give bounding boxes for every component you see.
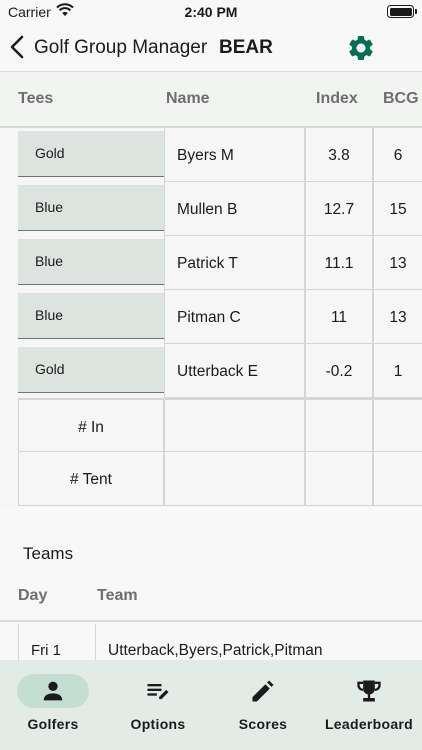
golfer-name: Byers M — [164, 128, 305, 182]
golfer-bcg: 13 — [373, 290, 422, 344]
golfer-bcg: 13 — [373, 236, 422, 290]
tab-leaderboard[interactable]: Leaderboard — [316, 660, 422, 750]
table-row: Blue Patrick T 11.1 13 — [18, 236, 422, 290]
tent-count-index-cell — [305, 452, 373, 506]
in-count-label: # In — [18, 398, 164, 452]
tee-button[interactable]: Blue — [18, 185, 164, 231]
table-row: Blue Pitman C 11 13 — [18, 290, 422, 344]
golfer-name: Utterback E — [164, 344, 305, 398]
tent-count-bcg-cell — [373, 452, 422, 506]
golfer-index: 11.1 — [305, 236, 373, 290]
tee-button[interactable]: Gold — [18, 131, 164, 177]
team-members: Utterback,Byers,Patrick,Pitman — [108, 642, 323, 659]
battery-icon — [387, 5, 417, 18]
column-header-index[interactable]: Index — [316, 90, 358, 108]
tab-scores[interactable]: Scores — [210, 660, 316, 750]
in-count-name-cell — [164, 398, 305, 452]
tab-options[interactable]: Options — [106, 660, 210, 750]
teams-table-header: Day Team — [0, 578, 422, 622]
tee-button[interactable]: Gold — [18, 347, 164, 393]
golfer-name: Patrick T — [164, 236, 305, 290]
summary-row-tent: # Tent — [18, 452, 422, 506]
back-chevron-icon[interactable] — [6, 34, 30, 60]
tent-count-name-cell — [164, 452, 305, 506]
tab-label: Scores — [238, 716, 288, 732]
status-time: 2:40 PM — [184, 4, 238, 20]
tab-label: Leaderboard — [324, 716, 414, 732]
table-row: Gold Byers M 3.8 6 — [18, 128, 422, 182]
golfer-index: -0.2 — [305, 344, 373, 398]
golfers-table: Gold Byers M 3.8 6 Blue Mullen B 12.7 15… — [0, 128, 422, 508]
summary-row-in: # In — [18, 398, 422, 452]
tab-bar: Golfers Options Scores Leaderboard — [0, 660, 422, 750]
golfer-name: Mullen B — [164, 182, 305, 236]
golfer-index: 11 — [305, 290, 373, 344]
table-row: Gold Utterback E -0.2 1 — [18, 344, 422, 398]
teams-section-title: Teams — [23, 544, 74, 563]
tee-button[interactable]: Blue — [18, 239, 164, 285]
trophy-icon — [357, 680, 381, 702]
tent-count-label: # Tent — [18, 452, 164, 506]
navigation-bar: Golf Group Manager BEAR — [0, 24, 422, 72]
gear-icon[interactable] — [346, 33, 376, 63]
in-count-bcg-cell — [373, 398, 422, 452]
page-title: Golf Group Manager — [34, 37, 208, 58]
person-icon — [43, 681, 63, 701]
column-header-team: Team — [97, 587, 138, 604]
golfer-bcg: 6 — [373, 128, 422, 182]
golfers-table-header: Tees Name Index BCG — [0, 72, 422, 128]
column-header-tees[interactable]: Tees — [18, 90, 53, 108]
column-header-day: Day — [18, 587, 48, 604]
golfer-name: Pitman C — [164, 290, 305, 344]
tab-label: Options — [130, 716, 186, 732]
group-name: BEAR — [219, 37, 273, 58]
table-row: Blue Mullen B 12.7 15 — [18, 182, 422, 236]
golfer-index: 3.8 — [305, 128, 373, 182]
pencil-icon — [252, 680, 274, 702]
tee-button[interactable]: Blue — [18, 293, 164, 339]
column-header-name[interactable]: Name — [166, 90, 210, 108]
column-header-bcg[interactable]: BCG — [383, 90, 419, 108]
golfer-bcg: 1 — [373, 344, 422, 398]
edit-list-icon — [147, 684, 169, 700]
in-count-index-cell — [305, 398, 373, 452]
golfer-index: 12.7 — [305, 182, 373, 236]
tab-golfers[interactable]: Golfers — [0, 660, 106, 750]
status-bar: Carrier 2:40 PM — [0, 0, 422, 24]
team-day: Fri 1 — [18, 624, 96, 664]
tab-label: Golfers — [27, 716, 79, 732]
golfer-bcg: 15 — [373, 182, 422, 236]
team-row[interactable]: Fri 1 Utterback,Byers,Patrick,Pitman — [18, 624, 422, 664]
